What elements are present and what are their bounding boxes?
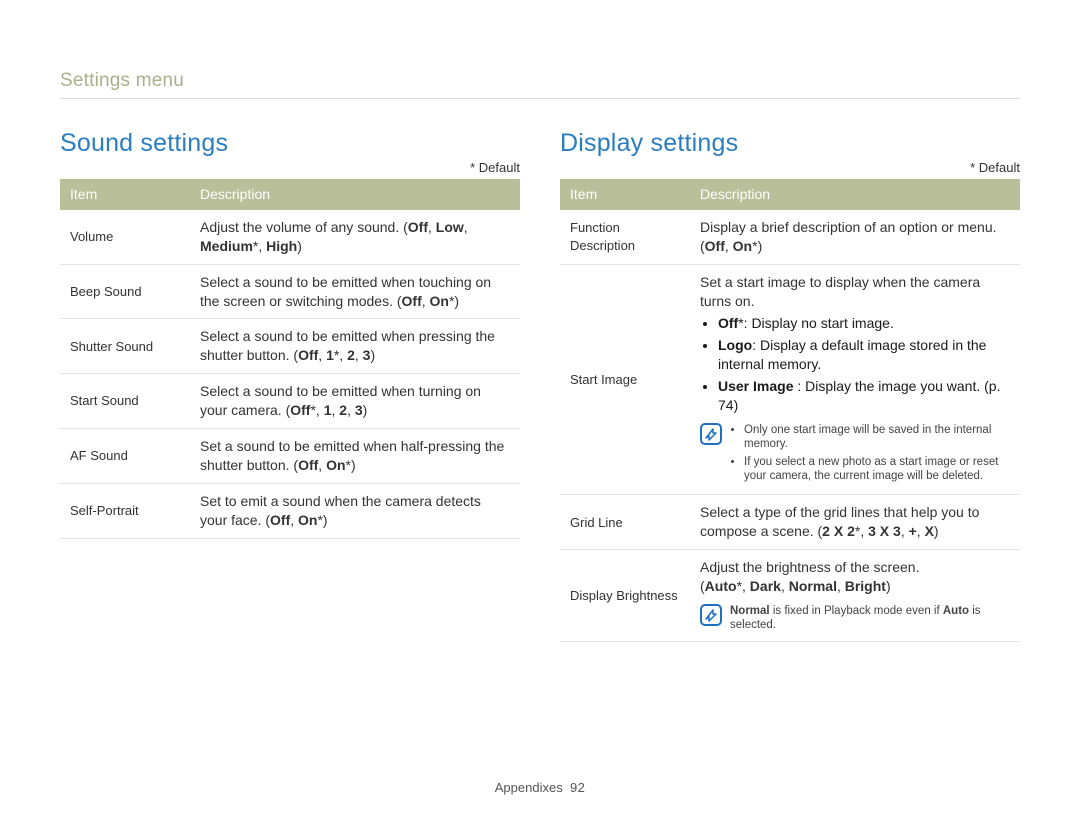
item-name: AF Sound	[60, 429, 190, 484]
item-name: Start Sound	[60, 374, 190, 429]
item-description: Select a sound to be emitted when touchi…	[190, 264, 520, 319]
item-name: Beep Sound	[60, 264, 190, 319]
breadcrumb: Settings menu	[60, 70, 1020, 99]
table-row: Shutter SoundSelect a sound to be emitte…	[60, 319, 520, 374]
page-number: 92	[570, 780, 585, 795]
table-row: VolumeAdjust the volume of any sound. (O…	[60, 210, 520, 264]
item-name: Function Description	[560, 210, 690, 264]
col-header-item: Item	[60, 179, 190, 210]
table-row: Beep SoundSelect a sound to be emitted w…	[60, 264, 520, 319]
option-item: User Image : Display the image you want.…	[718, 377, 1010, 415]
item-description: Select a type of the grid lines that hel…	[690, 495, 1020, 550]
sound-settings-title: Sound settings	[60, 129, 520, 158]
note-list: Only one start image will be saved in th…	[744, 423, 1010, 487]
note-icon	[700, 423, 722, 445]
note-item: Only one start image will be saved in th…	[744, 423, 1010, 452]
table-row: AF SoundSet a sound to be emitted when h…	[60, 429, 520, 484]
col-header-description: Description	[690, 179, 1020, 210]
item-name: Self-Portrait	[60, 483, 190, 538]
footer-section: Appendixes	[495, 780, 563, 795]
sound-settings-table: Item Description VolumeAdjust the volume…	[60, 179, 520, 539]
page-footer: Appendixes 92	[0, 780, 1080, 795]
item-name: Start Image	[560, 264, 690, 495]
note-box: Only one start image will be saved in th…	[700, 423, 1010, 487]
note-item: Normal is fixed in Playback mode even if…	[730, 604, 1010, 633]
default-note-right: * Default	[560, 160, 1020, 175]
table-row: Grid LineSelect a type of the grid lines…	[560, 495, 1020, 550]
manual-page: Settings menu Sound settings * Default I…	[0, 0, 1080, 815]
table-row: Display BrightnessAdjust the brightness …	[560, 550, 1020, 642]
item-name: Display Brightness	[560, 550, 690, 642]
table-row: Start ImageSet a start image to display …	[560, 264, 1020, 495]
table-row: Self-PortraitSet to emit a sound when th…	[60, 483, 520, 538]
note-box: Normal is fixed in Playback mode even if…	[700, 604, 1010, 633]
table-row: Function DescriptionDisplay a brief desc…	[560, 210, 1020, 264]
item-description: Set a start image to display when the ca…	[690, 264, 1020, 495]
option-list: Off*: Display no start image. Logo: Displ…	[718, 314, 1010, 414]
item-description: Adjust the volume of any sound. (Off, Lo…	[190, 210, 520, 264]
display-settings-title: Display settings	[560, 129, 1020, 158]
option-item: Off*: Display no start image.	[718, 314, 1010, 333]
item-name: Shutter Sound	[60, 319, 190, 374]
item-description: Select a sound to be emitted when turnin…	[190, 374, 520, 429]
note-icon	[700, 604, 722, 626]
item-name: Volume	[60, 210, 190, 264]
two-column-layout: Sound settings * Default Item Descriptio…	[60, 129, 1020, 642]
table-row: Start SoundSelect a sound to be emitted …	[60, 374, 520, 429]
item-description: Display a brief description of an option…	[690, 210, 1020, 264]
item-description: Set to emit a sound when the camera dete…	[190, 483, 520, 538]
default-note-left: * Default	[60, 160, 520, 175]
item-description: Adjust the brightness of the screen.(Aut…	[690, 550, 1020, 642]
item-name: Grid Line	[560, 495, 690, 550]
item-description: Set a sound to be emitted when half-pres…	[190, 429, 520, 484]
sound-settings-column: Sound settings * Default Item Descriptio…	[60, 129, 520, 642]
display-settings-column: Display settings * Default Item Descript…	[560, 129, 1020, 642]
item-description: Select a sound to be emitted when pressi…	[190, 319, 520, 374]
col-header-description: Description	[190, 179, 520, 210]
option-item: Logo: Display a default image stored in …	[718, 336, 1010, 374]
col-header-item: Item	[560, 179, 690, 210]
display-settings-table: Item Description Function DescriptionDis…	[560, 179, 1020, 642]
note-item: If you select a new photo as a start ima…	[744, 455, 1010, 484]
